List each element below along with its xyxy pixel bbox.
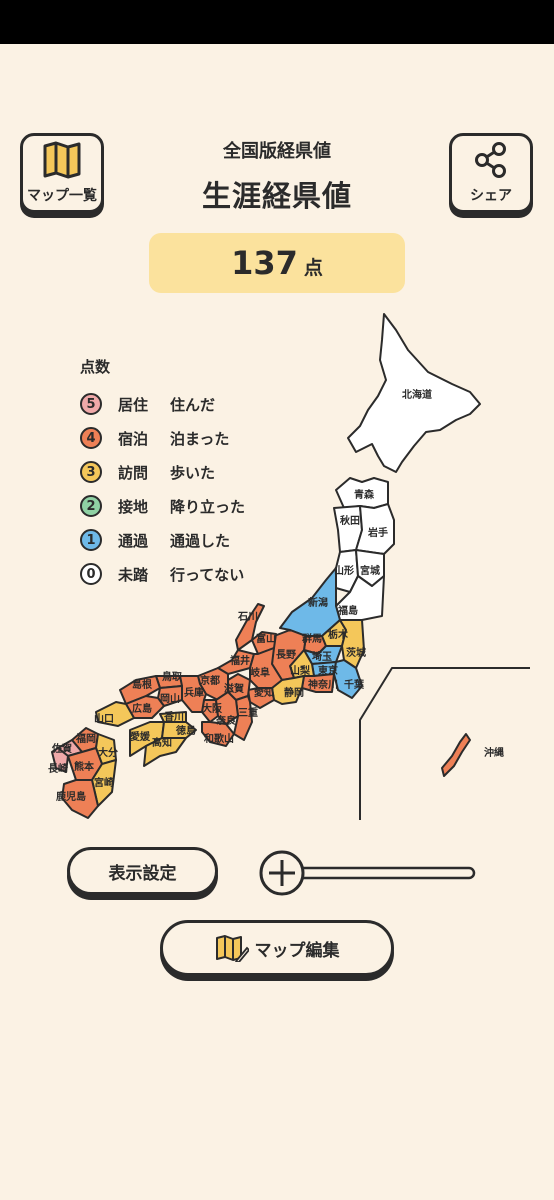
label-saitama: 埼玉 xyxy=(312,650,332,663)
label-shimane: 島根 xyxy=(132,678,152,691)
label-tochigi: 栃木 xyxy=(328,628,349,641)
label-fukuoka: 福岡 xyxy=(75,732,96,745)
label-miyazaki: 宮崎 xyxy=(94,776,114,789)
zoom-slider-track[interactable] xyxy=(276,866,476,880)
label-ehime: 愛媛 xyxy=(130,730,151,743)
label-tokushima: 徳島 xyxy=(175,724,196,737)
label-mie: 三重 xyxy=(238,706,258,719)
label-nara: 奈良 xyxy=(215,714,236,727)
pref-okinawa[interactable] xyxy=(441,733,471,777)
label-kagoshima: 鹿児島 xyxy=(56,790,86,803)
score-value: 137 xyxy=(231,244,298,282)
label-okinawa: 沖縄 xyxy=(484,746,504,759)
display-settings-label: 表示設定 xyxy=(108,863,177,884)
display-settings-button[interactable]: 表示設定 xyxy=(67,847,218,895)
label-tottori: 鳥取 xyxy=(162,670,183,683)
label-saga: 佐賀 xyxy=(51,742,72,755)
label-wakayama: 和歌山 xyxy=(203,732,234,745)
label-shiga: 滋賀 xyxy=(224,682,244,695)
label-okayama: 岡山 xyxy=(160,692,180,705)
label-osaka: 大阪 xyxy=(202,702,223,715)
label-hiroshima: 広島 xyxy=(132,702,152,715)
label-fukui: 福井 xyxy=(229,654,250,667)
label-gunma: 群馬 xyxy=(302,632,322,645)
label-kyoto: 京都 xyxy=(200,674,220,687)
label-kumamoto: 熊本 xyxy=(74,760,95,773)
label-aomori: 青森 xyxy=(354,488,375,501)
label-nagano: 長野 xyxy=(276,649,296,661)
label-miyagi: 宮城 xyxy=(360,564,380,577)
label-akita: 秋田 xyxy=(340,514,360,527)
label-toyama: 富山 xyxy=(256,632,276,645)
label-aichi: 愛知 xyxy=(254,686,274,699)
label-niigata: 新潟 xyxy=(308,596,328,609)
prefecture-labels: 北海道 青森 秋田 岩手 山形 宮城 新潟 福島 石川 富山 群馬 栃木 茨城 … xyxy=(48,388,504,803)
label-hokkaido: 北海道 xyxy=(402,388,432,401)
japan-map: 北海道 青森 秋田 岩手 山形 宮城 新潟 福島 石川 富山 群馬 栃木 茨城 … xyxy=(48,313,530,820)
label-tokyo: 東京 xyxy=(318,664,338,677)
map-edit-button[interactable]: マップ編集 xyxy=(160,920,394,976)
label-yamaguchi: 山口 xyxy=(94,712,114,725)
label-yamagata: 山形 xyxy=(334,564,354,577)
label-shizuoka: 静岡 xyxy=(284,686,304,699)
label-kochi: 高知 xyxy=(152,736,172,749)
label-ishikawa: 石川 xyxy=(237,611,258,623)
score-unit: 点 xyxy=(303,257,323,279)
label-kagawa: 香川 xyxy=(164,710,184,723)
status-bar xyxy=(0,0,554,44)
label-oita: 大分 xyxy=(98,746,118,759)
share-icon xyxy=(475,142,506,178)
label-chiba: 千葉 xyxy=(344,678,365,691)
map-edit-label: マップ編集 xyxy=(254,940,340,961)
share-button[interactable]: シェア xyxy=(449,133,533,213)
share-label: シェア xyxy=(470,188,512,204)
label-ibaraki: 茨城 xyxy=(346,646,366,659)
map-edit-icon xyxy=(215,935,249,962)
label-hyogo: 兵庫 xyxy=(184,686,204,699)
label-iwate: 岩手 xyxy=(367,526,388,539)
score-box: 137 点 xyxy=(149,233,405,293)
label-fukushima: 福島 xyxy=(337,604,358,617)
label-yamanashi: 山梨 xyxy=(290,664,311,677)
label-kanagawa: 神奈川 xyxy=(308,678,338,691)
label-gifu: 岐阜 xyxy=(250,666,270,679)
label-nagasaki: 長崎 xyxy=(48,762,68,775)
zoom-slider[interactable] xyxy=(258,848,478,898)
